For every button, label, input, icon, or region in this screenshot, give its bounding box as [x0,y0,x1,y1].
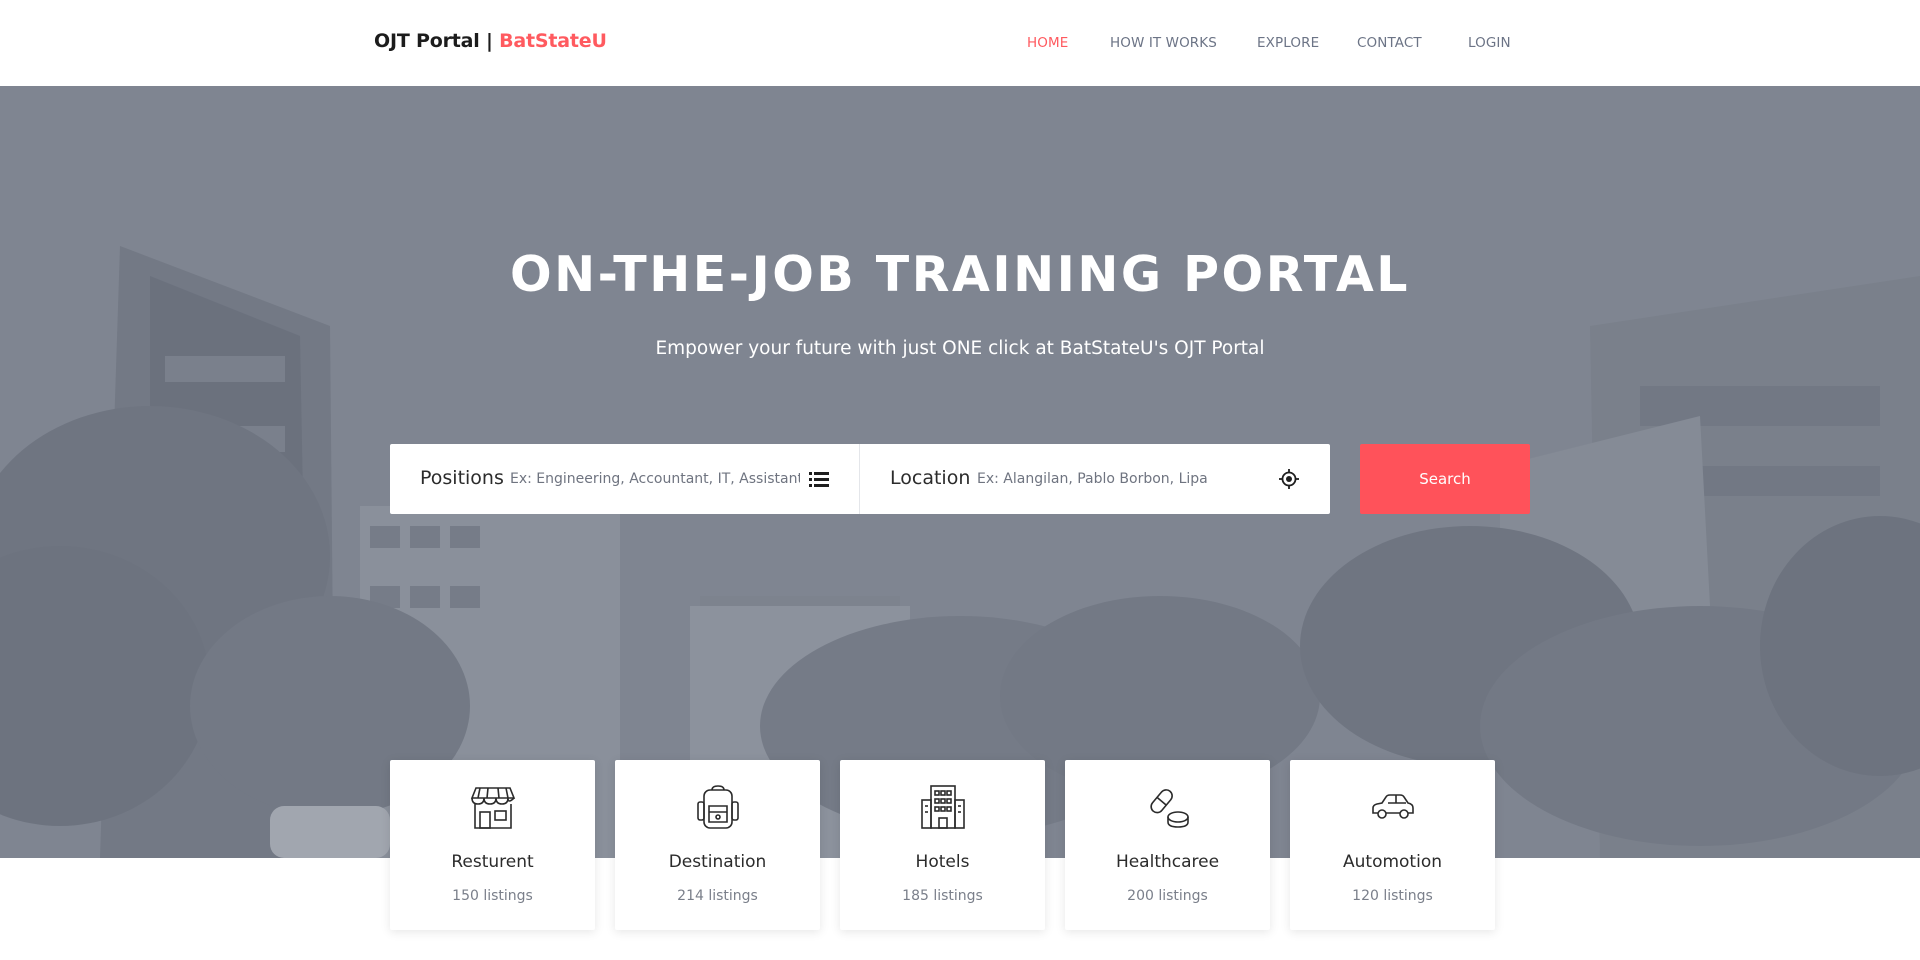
hero-title: ON-THE-JOB TRAINING PORTAL [509,246,1411,303]
list-icon[interactable] [808,468,830,490]
location-label: Location [890,467,971,489]
search-bar: Positions Location [390,444,1330,514]
category-name: Resturent [451,852,534,872]
category-count: 185 listings [902,888,983,904]
category-card-automotion[interactable]: Automotion 120 listings [1290,760,1495,930]
backpack-icon [695,784,741,830]
nav-how-it-works-link[interactable]: HOW IT WORKS [1110,35,1217,51]
category-card-destination[interactable]: Destination 214 listings [615,760,820,930]
positions-input[interactable] [510,466,800,492]
nav-explore-link[interactable]: EXPLORE [1257,35,1319,51]
nav-login-link[interactable]: LOGIN [1468,35,1511,51]
pill-icon [1145,784,1191,830]
category-card-healthcaree[interactable]: Healthcaree 200 listings [1065,760,1270,930]
locate-icon[interactable] [1278,468,1300,490]
category-name: Destination [668,852,767,872]
category-name: Hotels [915,852,970,872]
building-icon [920,784,966,830]
category-name: Automotion [1343,852,1442,872]
hero-subtitle: Empower your future with just ONE click … [655,338,1265,359]
category-card-resturent[interactable]: Resturent 150 listings [390,760,595,930]
category-count: 150 listings [452,888,533,904]
category-name: Healthcaree [1115,852,1220,872]
category-count: 120 listings [1352,888,1433,904]
positions-label: Positions [420,467,504,489]
category-count: 214 listings [677,888,758,904]
location-input[interactable] [977,466,1277,492]
car-icon [1370,784,1416,830]
category-cards: Resturent 150 listings Destination 214 l… [0,760,1920,930]
site-header: OJT Portal | BatStateU HOME HOW IT WORKS… [0,0,1920,86]
nav-home-link[interactable]: HOME [1027,35,1068,51]
search-button[interactable]: Search [1360,444,1530,514]
store-icon [470,784,516,830]
nav-contact-link[interactable]: CONTACT [1357,35,1422,51]
category-count: 200 listings [1127,888,1208,904]
search-divider [859,444,860,514]
category-card-hotels[interactable]: Hotels 185 listings [840,760,1045,930]
main-nav: HOME HOW IT WORKS EXPLORE CONTACT LOGIN [0,35,1920,55]
